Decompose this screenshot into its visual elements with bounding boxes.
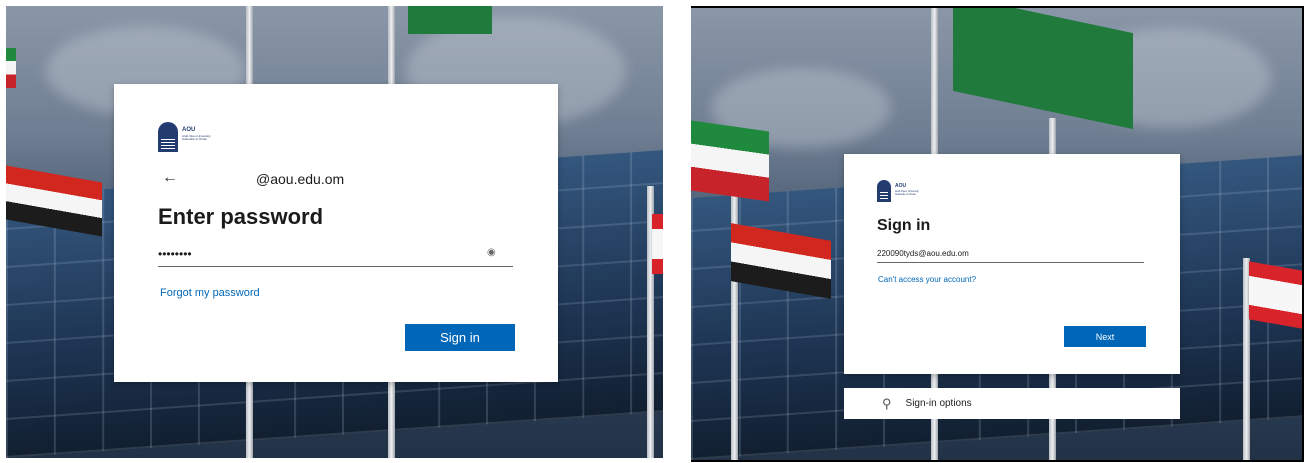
logo-name: AOU: [895, 183, 907, 189]
flag: [691, 120, 769, 202]
sign-in-options-bar[interactable]: ⚲ Sign-in options: [844, 388, 1180, 419]
right-background: AOU Arab Open University Sultanate of Om…: [691, 6, 1304, 462]
flagpole: [731, 158, 738, 460]
back-arrow-icon[interactable]: ←: [162, 170, 178, 186]
flag: [6, 48, 16, 88]
logo-subtitle-2: Sultanate of Oman: [182, 137, 208, 142]
logo-name: AOU: [182, 127, 196, 133]
account-email: @aou.edu.om: [256, 171, 345, 187]
left-background: AOU Arab Open University Sultanate of Om…: [6, 6, 663, 458]
logo-subtitle-2: Sultanate of Oman: [895, 192, 916, 196]
password-field[interactable]: [158, 242, 513, 267]
flag: [652, 214, 663, 274]
page-title: Sign in: [877, 217, 931, 234]
aou-logo: AOU Arab Open University Sultanate of Om…: [158, 122, 211, 152]
cant-access-account-link[interactable]: Can't access your account?: [878, 275, 976, 284]
flag: [408, 6, 492, 34]
email-field[interactable]: [877, 244, 1144, 263]
flag: [953, 8, 1133, 130]
eye-icon[interactable]: ◉: [487, 247, 496, 258]
sign-in-card: AOU Arab Open University Sultanate of Om…: [844, 154, 1180, 374]
aou-logo-icon: [877, 180, 891, 202]
next-button[interactable]: Next: [1064, 326, 1146, 347]
sign-in-options-label: Sign-in options: [905, 398, 972, 409]
password-card: AOU Arab Open University Sultanate of Om…: [114, 84, 558, 382]
forgot-password-link[interactable]: Forgot my password: [160, 287, 260, 299]
sign-in-button[interactable]: Sign in: [405, 324, 515, 351]
page-title: Enter password: [158, 204, 324, 229]
aou-logo: AOU Arab Open University Sultanate of Om…: [877, 180, 919, 202]
aou-logo-icon: [158, 122, 178, 152]
flag: [1249, 261, 1302, 329]
key-icon: ⚲: [882, 395, 892, 411]
